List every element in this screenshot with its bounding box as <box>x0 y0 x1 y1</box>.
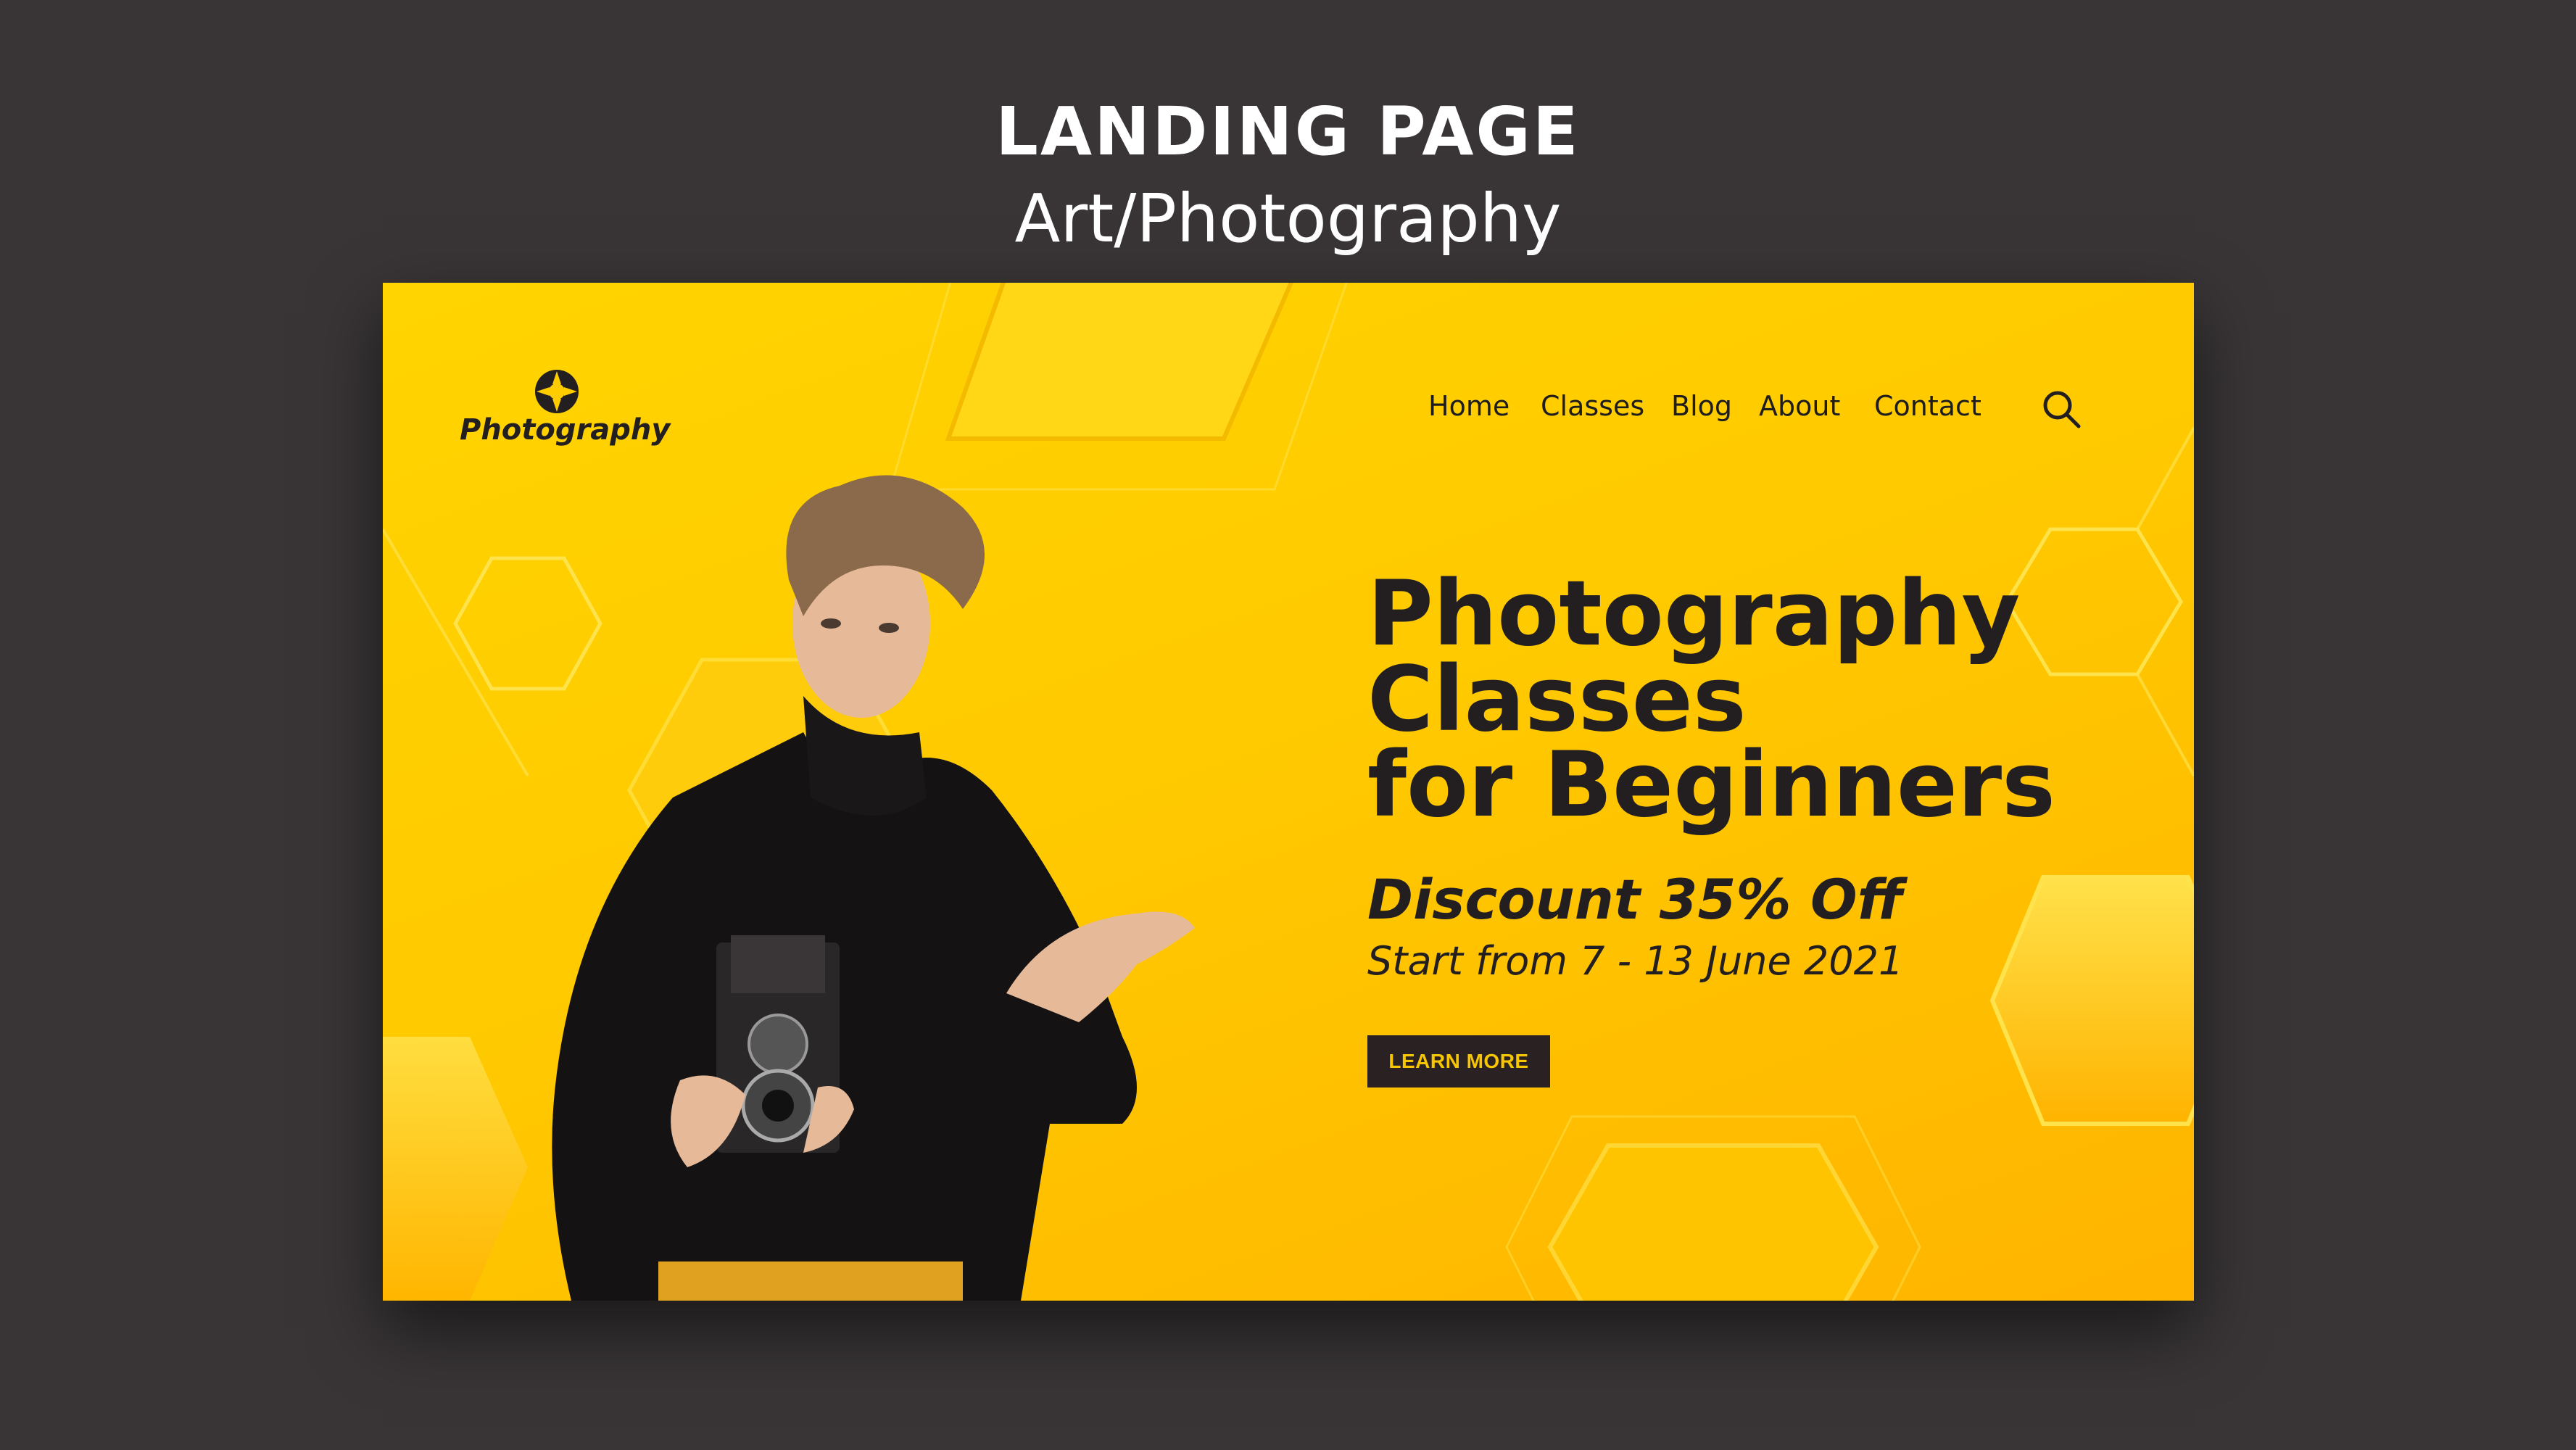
brand-logo[interactable]: Photography <box>460 368 671 448</box>
hero-heading: Photography Classes for Beginners <box>1367 562 2129 837</box>
nav-item-home[interactable]: Home <box>1428 390 1509 422</box>
nav-item-blog[interactable]: Blog <box>1671 390 1732 422</box>
nav-item-contact[interactable]: Contact <box>1874 390 1981 422</box>
hero-heading-line-2: Classes <box>1367 647 1747 752</box>
hero-heading-line-3: for Beginners <box>1367 733 2055 837</box>
camera-aperture-icon <box>535 370 579 413</box>
showcase-subtitle: Art/Photography <box>1014 180 1562 257</box>
hero-heading-line-1: Photography <box>1367 562 2021 666</box>
landing-page-preview: Photography Home Classes Blog About Cont… <box>383 283 2194 1301</box>
date-range-text: Start from 7 - 13 June 2021 <box>1367 938 1904 984</box>
discount-text: Discount 35% Off <box>1367 867 1903 932</box>
brand-name: Photography <box>460 413 671 447</box>
nav-item-classes[interactable]: Classes <box>1541 390 1644 422</box>
nav-item-about[interactable]: About <box>1759 390 1840 422</box>
photographer-photo <box>552 475 1195 1301</box>
learn-more-button[interactable]: LEARN MORE <box>1367 1035 1550 1088</box>
showcase-title: LANDING PAGE <box>995 93 1581 170</box>
search-icon[interactable] <box>2040 388 2082 430</box>
